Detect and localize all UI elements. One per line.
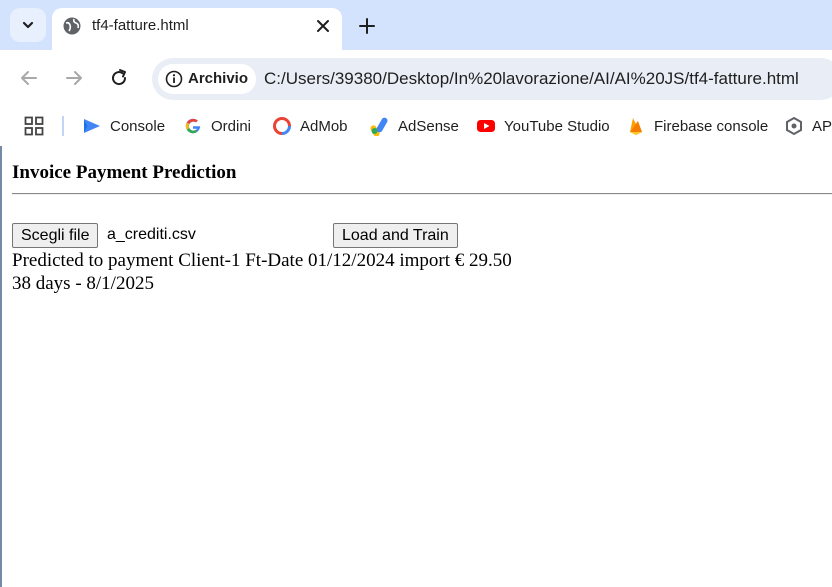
close-icon[interactable] [314,17,332,35]
site-info-chip[interactable]: Archivio [158,64,256,94]
tab-strip: tf4-fatture.html [0,0,832,50]
browser-toolbar: Archivio C:/Users/39380/Desktop/In%20lav… [0,50,832,106]
bookmark-youtube-studio[interactable]: YouTube Studio [476,114,610,138]
google-icon [185,118,201,134]
bookmark-label: Ordini [211,117,252,135]
console-icon [84,119,100,133]
admob-icon [273,117,291,135]
prediction-days: 38 days - 8/1/2025 [12,273,154,294]
window-edge [0,146,2,587]
api-icon [786,116,802,136]
selected-file-name: a_crediti.csv [107,226,196,243]
address-bar[interactable]: Archivio C:/Users/39380/Desktop/In%20lav… [152,58,832,100]
bookmark-label: Firebase console [654,117,769,135]
adsense-icon [370,117,388,136]
reload-icon[interactable] [108,67,130,89]
divider [12,193,832,195]
url-text[interactable]: C:/Users/39380/Desktop/In%20lavorazione/… [264,68,799,90]
active-tab[interactable]: tf4-fatture.html [52,8,342,50]
bookmark-label: AdSense [398,117,459,135]
chevron-down-icon [22,21,34,29]
bookmark-admob[interactable]: AdMob [272,114,348,138]
bookmarks-separator [62,116,64,136]
info-icon [165,70,183,88]
bookmark-label: API [812,117,832,135]
globe-icon [63,17,81,35]
choose-file-button[interactable]: Scegli file [12,223,99,248]
bookmark-label: AdMob [300,117,348,135]
apps-grid-icon[interactable] [24,116,44,136]
bookmark-firebase-console[interactable]: Firebase console [626,114,768,138]
bookmark-console[interactable]: Console [82,114,165,138]
bookmark-ordini[interactable]: Ordini [183,114,251,138]
page-content: Invoice Payment Prediction Scegli file a… [0,146,832,587]
tab-title: tf4-fatture.html [92,17,189,34]
prediction-result: Predicted to payment Client-1 Ft-Date 01… [12,250,512,271]
bookmark-label: YouTube Studio [504,117,610,135]
site-chip-label: Archivio [188,70,249,87]
firebase-icon [630,118,642,135]
page-title: Invoice Payment Prediction [12,162,237,183]
bookmark-label: Console [110,117,166,135]
load-and-train-button[interactable]: Load and Train [333,223,458,248]
tab-search-button[interactable] [10,8,46,42]
bookmark-api[interactable]: API [784,114,832,138]
plus-icon[interactable] [356,15,378,37]
bookmark-adsense[interactable]: AdSense [370,114,459,138]
back-arrow-icon[interactable] [18,67,40,89]
youtube-icon [477,120,495,132]
forward-arrow-icon[interactable] [63,67,85,89]
bookmarks-bar: Console Ordini AdMob AdSense YouTube Stu… [0,106,832,146]
